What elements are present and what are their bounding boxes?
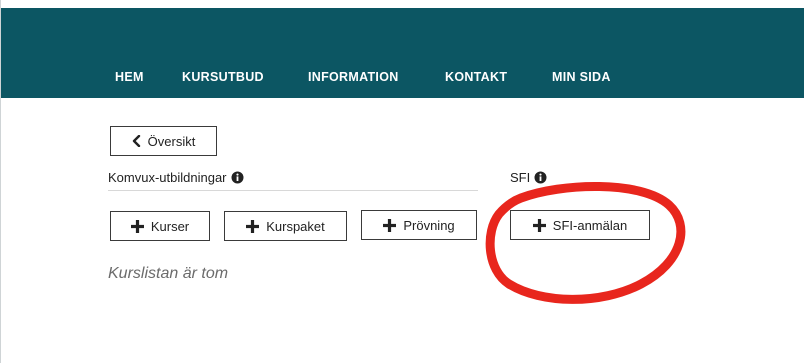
add-kurspaket-label: Kurspaket [266,218,325,234]
overview-back-button[interactable]: Översikt [110,126,217,156]
add-provning-button[interactable]: Prövning [361,210,477,240]
add-kurser-label: Kurser [150,218,190,234]
plus-icon [532,218,546,232]
nav-item-kursutbud[interactable]: KURSUTBUD [182,70,264,84]
course-list-empty-message: Kurslistan är tom [108,265,229,282]
info-circle-icon[interactable] [534,171,547,184]
overview-back-label: Översikt [147,133,196,149]
komvux-section-divider [108,190,478,191]
nav-item-information[interactable]: INFORMATION [308,70,399,84]
top-navigation-bar: HEM KURSUTBUD INFORMATION KONTAKT MIN SI… [1,8,804,98]
nav-item-hem[interactable]: HEM [115,70,144,84]
add-kurser-button[interactable]: Kurser [110,211,210,241]
info-circle-icon[interactable] [231,171,244,184]
chevron-left-icon [132,135,141,147]
add-sfi-anmalan-button[interactable]: SFI-anmälan [510,210,650,240]
sfi-section-label: SFI [510,170,547,185]
add-sfi-anmalan-label: SFI-anmälan [552,217,628,233]
add-provning-label: Prövning [403,217,455,233]
add-kurspaket-button[interactable]: Kurspaket [224,211,347,241]
sfi-section-title: SFI [510,170,531,185]
plus-icon [246,219,260,233]
page: HEM KURSUTBUD INFORMATION KONTAKT MIN SI… [0,0,804,363]
komvux-section-title: Komvux-utbildningar [108,170,227,185]
plus-icon [130,219,144,233]
komvux-section-label: Komvux-utbildningar [108,170,244,185]
nav-item-min-sida[interactable]: MIN SIDA [552,70,611,84]
nav-item-kontakt[interactable]: KONTAKT [445,70,507,84]
plus-icon [383,218,397,232]
